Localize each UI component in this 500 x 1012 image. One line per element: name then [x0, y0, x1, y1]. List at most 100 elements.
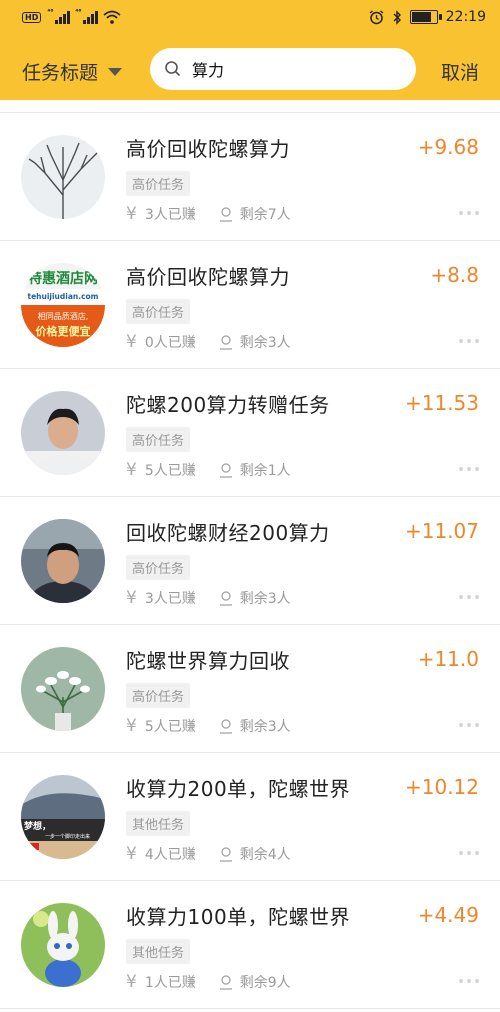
earned-count: 5人已赚 [144, 719, 196, 735]
status-right: 22:19 [369, 9, 486, 25]
bluetooth-icon [393, 9, 401, 25]
avatar: 梦想， 一步一个脚印走出来 [21, 775, 105, 859]
task-title: 高价回收陀螺算力 [126, 137, 290, 161]
svg-text:相同品质酒店,: 相同品质酒店, [38, 311, 89, 321]
remaining-count: 剩余7人 [239, 207, 291, 223]
more-icon[interactable] [459, 211, 479, 215]
task-reward: +11.0 [417, 647, 479, 671]
task-reward: +10.12 [404, 775, 479, 799]
task-meta: ¥ 5人已赚 剩余3人 [126, 716, 291, 736]
task-row[interactable]: 梦想， 一步一个脚印走出来 收算力200单，陀螺世界 +10.12 其他任务 ¥ … [0, 753, 500, 881]
more-icon[interactable] [459, 723, 479, 727]
task-meta: ¥ 0人已赚 剩余3人 [126, 332, 291, 352]
clock: 22:19 [445, 9, 486, 25]
yen-icon: ¥ [126, 716, 137, 736]
task-title: 回收陀螺财经200算力 [126, 521, 330, 545]
svg-text:一步一个脚印走出来: 一步一个脚印走出来 [45, 833, 90, 840]
yen-icon: ¥ [126, 844, 137, 864]
earned-count: 0人已赚 [144, 335, 196, 351]
task-reward: +4.49 [417, 903, 479, 927]
wifi-icon [103, 10, 121, 24]
cancel-button[interactable]: 取消 [441, 58, 479, 85]
svg-text:特惠酒店网: 特惠酒店网 [28, 270, 98, 287]
task-row[interactable]: 陀螺200算力转赠任务 +11.53 高价任务 ¥ 5人已赚 剩余1人 [0, 369, 500, 497]
hd-icon: HD [22, 11, 42, 23]
more-icon[interactable] [459, 851, 479, 855]
person-icon [219, 975, 232, 990]
person-icon [219, 207, 232, 222]
task-tag: 高价任务 [126, 299, 191, 324]
task-reward: +11.07 [404, 519, 479, 543]
more-icon[interactable] [459, 467, 479, 471]
remaining-count: 剩余1人 [239, 463, 291, 479]
person-icon [219, 463, 232, 478]
signal-icon: ⁴⁶ [47, 8, 71, 24]
signal-icon: ⁴⁶ [75, 8, 99, 24]
more-icon[interactable] [459, 595, 479, 599]
task-tag: 其他任务 [126, 811, 191, 836]
svg-text:梦想，: 梦想， [24, 820, 51, 832]
task-row[interactable]: 特惠酒店网 tehuijiudian.com 相同品质酒店, 价格更便宜 高价回收陀螺… [0, 241, 500, 369]
task-title: 高价回收陀螺算力 [126, 265, 290, 289]
caret-down-icon [108, 67, 123, 76]
more-icon[interactable] [459, 339, 479, 343]
earned-count: 4人已赚 [144, 847, 196, 863]
person-icon [219, 719, 232, 734]
yen-icon: ¥ [126, 332, 137, 352]
task-row[interactable]: 回收陀螺财经200算力 +11.07 高价任务 ¥ 3人已赚 剩余3人 [0, 497, 500, 625]
task-row[interactable]: 高价回收陀螺算力 +9.68 高价任务 ¥ 3人已赚 剩余7人 [0, 113, 500, 241]
remaining-count: 剩余3人 [239, 719, 291, 735]
status-bar: HD ⁴⁶ ⁴⁶ 22:19 [0, 0, 500, 38]
task-row[interactable]: 收算力100单，陀螺世界 +4.49 其他任务 ¥ 1人已赚 剩余9人 [0, 881, 500, 1009]
task-title: 陀螺200算力转赠任务 [126, 393, 330, 417]
task-title: 收算力100单，陀螺世界 [126, 905, 351, 929]
remaining-count: 剩余3人 [239, 591, 291, 607]
yen-icon: ¥ [126, 972, 137, 992]
task-meta: ¥ 1人已赚 剩余9人 [126, 972, 291, 992]
earned-count: 5人已赚 [144, 463, 196, 479]
alarm-icon [369, 9, 384, 24]
search-icon [165, 61, 181, 77]
more-icon[interactable] [459, 979, 479, 983]
remaining-count: 剩余9人 [239, 975, 291, 991]
task-tag: 高价任务 [126, 683, 191, 708]
search-box[interactable] [150, 48, 416, 90]
task-meta: ¥ 4人已赚 剩余4人 [126, 844, 291, 864]
avatar [21, 903, 105, 987]
yen-icon: ¥ [126, 588, 137, 608]
remaining-count: 剩余3人 [239, 335, 291, 351]
person-icon [219, 847, 232, 862]
svg-text:价格更便宜: 价格更便宜 [36, 324, 91, 338]
filter-dropdown[interactable]: 任务标题 [22, 58, 123, 85]
task-tag: 其他任务 [126, 939, 191, 964]
yen-icon: ¥ [126, 460, 137, 480]
task-list: 高价回收陀螺算力 +9.68 高价任务 ¥ 3人已赚 剩余7人 特惠酒店网 teh… [0, 112, 500, 1009]
task-title: 陀螺世界算力回收 [126, 649, 290, 673]
svg-text:tehuijiudian.com: tehuijiudian.com [27, 292, 98, 301]
task-tag: 高价任务 [126, 427, 191, 452]
search-header: 任务标题 取消 [0, 38, 500, 100]
task-meta: ¥ 3人已赚 剩余7人 [126, 204, 291, 224]
filter-label: 任务标题 [22, 62, 99, 84]
status-left: HD ⁴⁶ ⁴⁶ [22, 8, 121, 24]
search-input[interactable] [190, 58, 394, 80]
task-meta: ¥ 5人已赚 剩余1人 [126, 460, 291, 480]
task-reward: +11.53 [404, 391, 479, 415]
avatar [21, 519, 105, 603]
avatar: 特惠酒店网 tehuijiudian.com 相同品质酒店, 价格更便宜 [21, 263, 105, 347]
earned-count: 3人已赚 [144, 591, 196, 607]
person-icon [219, 591, 232, 606]
task-row[interactable]: 陀螺世界算力回收 +11.0 高价任务 ¥ 5人已赚 剩余3人 [0, 625, 500, 753]
earned-count: 1人已赚 [144, 975, 196, 991]
battery-icon [409, 10, 442, 24]
task-reward: +8.8 [430, 263, 479, 287]
task-title: 收算力200单，陀螺世界 [126, 777, 351, 801]
task-tag: 高价任务 [126, 171, 191, 196]
avatar [21, 135, 105, 219]
task-tag: 高价任务 [126, 555, 191, 580]
task-meta: ¥ 3人已赚 剩余3人 [126, 588, 291, 608]
person-icon [219, 335, 232, 350]
remaining-count: 剩余4人 [239, 847, 291, 863]
earned-count: 3人已赚 [144, 207, 196, 223]
yen-icon: ¥ [126, 204, 137, 224]
